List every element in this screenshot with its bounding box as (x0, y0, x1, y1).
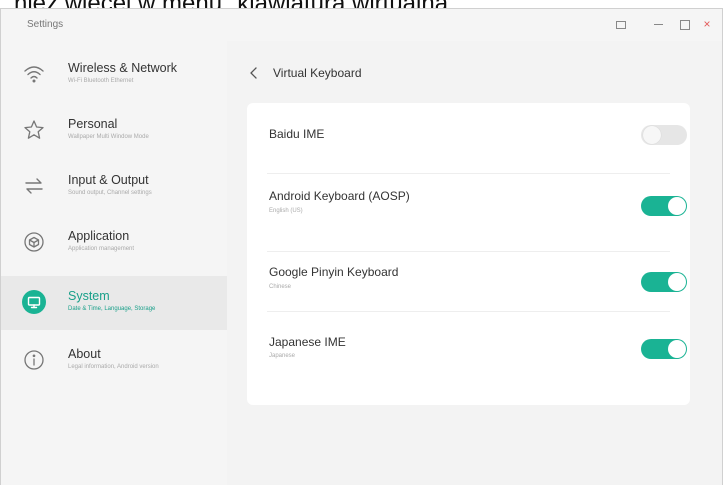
sidebar-item-application[interactable]: Application Application management (1, 216, 227, 270)
sidebar-item-subtitle: Date & Time, Language, Storage (68, 306, 156, 312)
page-title: Virtual Keyboard (273, 66, 362, 80)
maximize-icon[interactable] (677, 17, 691, 31)
minimize-icon[interactable] (652, 17, 666, 31)
sidebar-item-subtitle: Legal information, Android version (68, 364, 159, 370)
sidebar-item-label: Application (68, 229, 130, 243)
android-keyboard-toggle[interactable] (641, 196, 687, 216)
keyboard-name: Google Pinyin Keyboard (269, 265, 399, 279)
sidebar-item-label: About (68, 347, 101, 361)
sidebar-item-subtitle: Application management (68, 246, 135, 252)
keyboard-name: Japanese IME (269, 335, 346, 349)
divider (267, 311, 670, 312)
window-restore-icon[interactable] (613, 17, 627, 31)
title-bar: Settings × (1, 9, 722, 41)
keyboard-language: Chinese (269, 284, 292, 290)
japanese-ime-toggle[interactable] (641, 339, 687, 359)
chevron-left-icon[interactable] (247, 66, 261, 80)
divider (267, 173, 670, 174)
sidebar-item-label: Wireless & Network (68, 61, 178, 75)
keyboard-row-japanese-ime: Japanese IME Japanese (247, 315, 690, 379)
info-icon (22, 348, 46, 372)
settings-window: Settings × Wireless & Network Wi-Fi Blue… (0, 8, 723, 485)
wifi-icon (22, 62, 46, 86)
content-panel: Virtual Keyboard Baidu IME Android Keybo… (227, 41, 722, 485)
sidebar-item-label: Input & Output (68, 173, 149, 187)
keyboard-row-android-keyboard: Android Keyboard (AOSP) English (US) (247, 175, 690, 239)
keyboard-language: Japanese (269, 353, 296, 359)
sidebar: Wireless & Network Wi-Fi Bluetooth Ether… (1, 41, 227, 485)
sidebar-item-personal[interactable]: Personal Wallpaper Multi Window Mode (1, 104, 227, 158)
sidebar-item-subtitle: Wallpaper Multi Window Mode (68, 134, 149, 140)
sidebar-item-subtitle: Wi-Fi Bluetooth Ethernet (68, 78, 134, 84)
close-icon[interactable]: × (700, 17, 714, 31)
keyboard-row-google-pinyin: Google Pinyin Keyboard Chinese (247, 251, 690, 315)
keyboard-list-card: Baidu IME Android Keyboard (AOSP) Englis… (247, 103, 690, 405)
keyboard-name: Baidu IME (269, 127, 325, 141)
google-pinyin-toggle[interactable] (641, 272, 687, 292)
sidebar-item-subtitle: Sound output, Channel settings (68, 190, 152, 196)
keyboard-name: Android Keyboard (AOSP) (269, 189, 410, 203)
monitor-icon (22, 290, 46, 314)
star-icon (22, 118, 46, 142)
sidebar-item-input-output[interactable]: Input & Output Sound output, Channel set… (1, 160, 227, 214)
sidebar-item-label: System (68, 289, 110, 303)
swap-arrows-icon (22, 174, 46, 198)
sidebar-item-label: Personal (68, 117, 118, 131)
sidebar-item-wireless-network[interactable]: Wireless & Network Wi-Fi Bluetooth Ether… (1, 48, 227, 102)
keyboard-row-baidu-ime: Baidu IME (247, 103, 690, 167)
sidebar-item-system[interactable]: System Date & Time, Language, Storage (1, 276, 227, 330)
box-icon (22, 230, 46, 254)
baidu-ime-toggle[interactable] (641, 125, 687, 145)
sidebar-item-about[interactable]: About Legal information, Android version (1, 334, 227, 388)
keyboard-language: English (US) (269, 208, 303, 214)
window-title: Settings (27, 19, 64, 30)
